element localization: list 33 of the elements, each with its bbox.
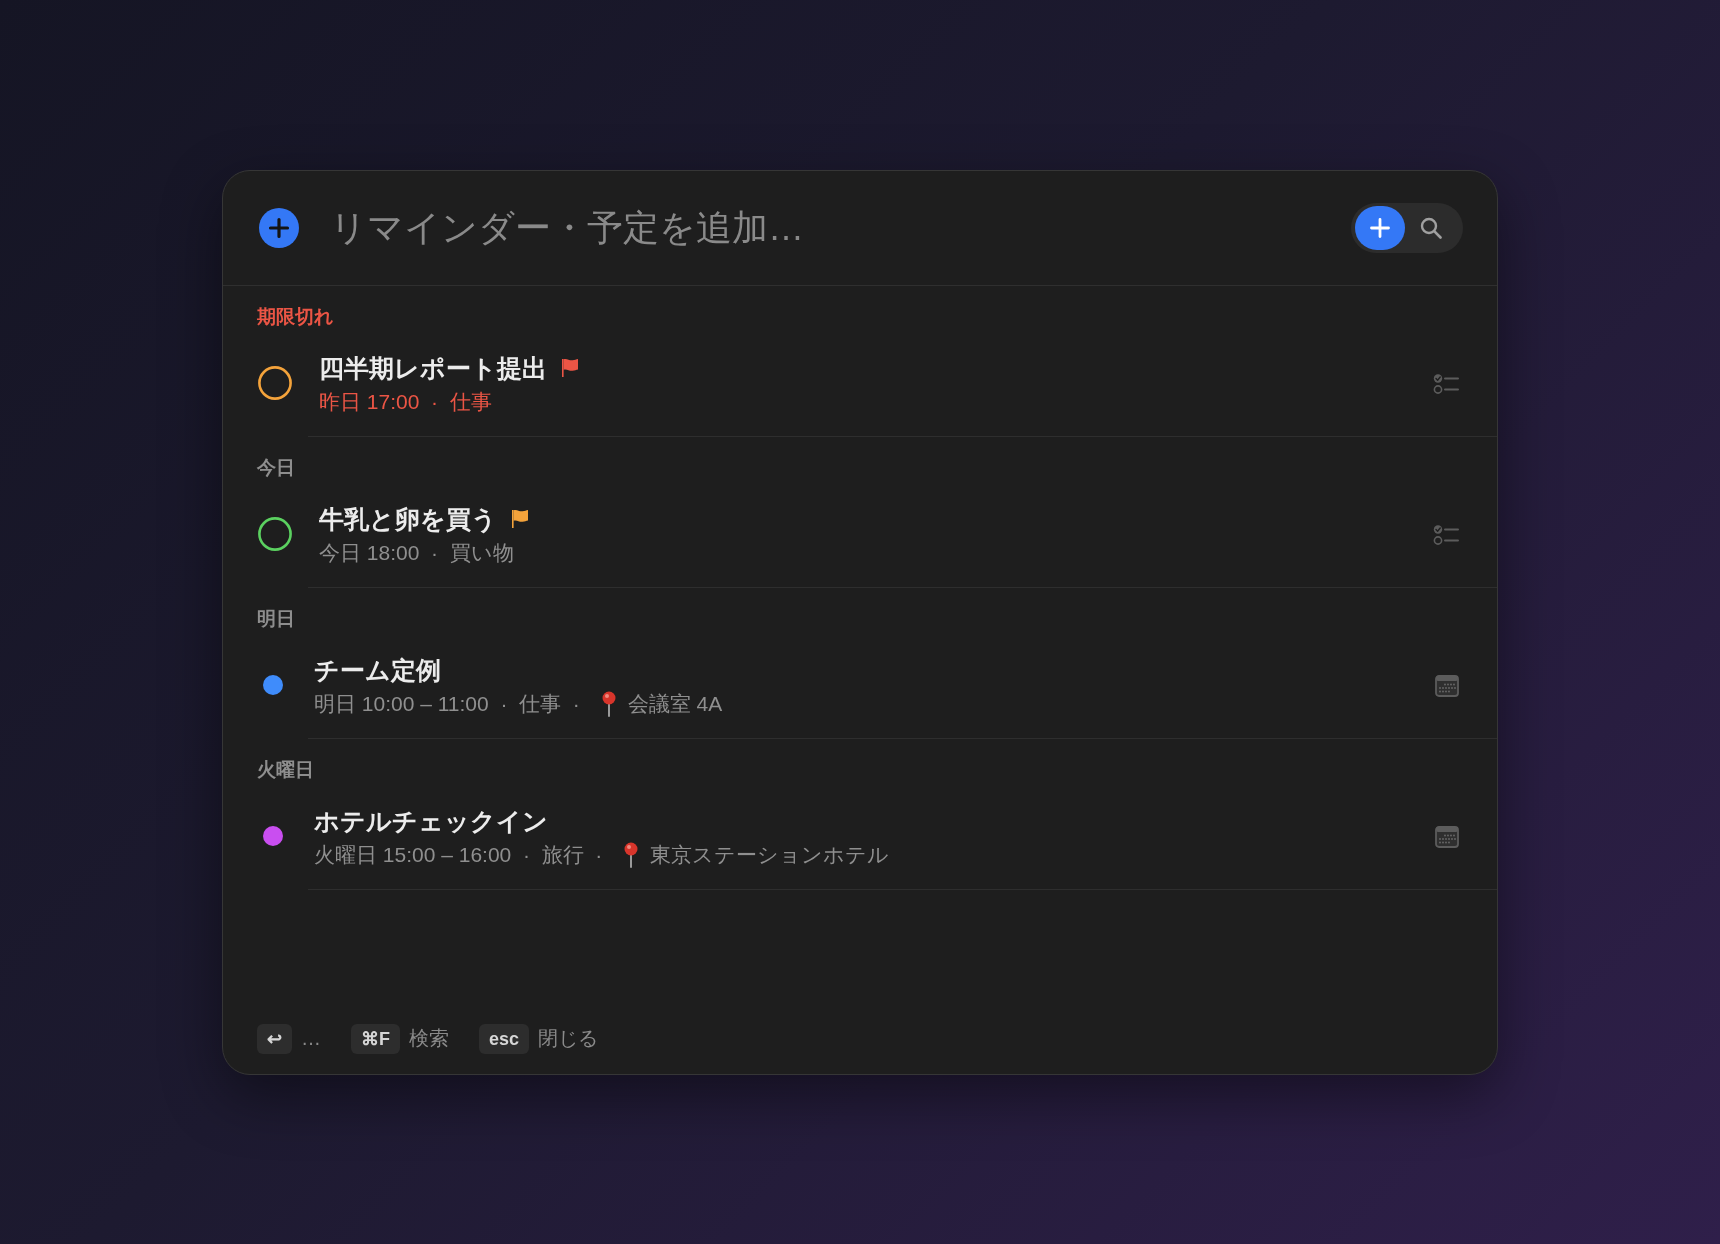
shortcut-label: 検索 bbox=[409, 1026, 449, 1051]
pin-icon bbox=[601, 690, 616, 717]
shortcut-key: esc bbox=[479, 1023, 530, 1054]
search-icon bbox=[1420, 216, 1442, 239]
section-heading: 今日 bbox=[257, 455, 295, 480]
shortcut-key: ⌘F bbox=[351, 1023, 400, 1054]
plus-circle-icon bbox=[259, 207, 299, 248]
composer-field[interactable]: リマインダー・予定を追加… bbox=[330, 199, 1327, 256]
item-meta: 明日 10:00 – 11:00 · 仕事 · bbox=[314, 690, 580, 717]
shortcut-label: 閉じる bbox=[538, 1026, 599, 1051]
checklist-icon bbox=[1433, 523, 1459, 546]
item-title: チーム定例 bbox=[314, 654, 441, 686]
item-meta: 昨日 17:00 · 仕事 bbox=[319, 388, 492, 415]
task-checkbox[interactable] bbox=[258, 365, 292, 400]
calendar-icon bbox=[1435, 825, 1459, 848]
location-text: 東京ステーションホテル bbox=[650, 841, 890, 868]
item-title: ホテルチェックイン bbox=[314, 805, 548, 837]
add-button[interactable] bbox=[1355, 205, 1405, 250]
pin-icon bbox=[624, 841, 639, 868]
calendar-icon bbox=[1435, 674, 1459, 697]
shortcut-label: … bbox=[301, 1027, 321, 1050]
item-meta: 火曜日 15:00 – 16:00 · 旅行 · bbox=[314, 841, 603, 868]
plus-icon bbox=[1370, 217, 1390, 238]
item-meta: 今日 18:00 · 買い物 bbox=[319, 539, 514, 566]
item-title: 四半期レポート提出 bbox=[319, 352, 547, 384]
item-title: 牛乳と卵を買う bbox=[319, 503, 497, 535]
shortcut-key: ↩ bbox=[257, 1023, 292, 1054]
checklist-icon bbox=[1433, 372, 1459, 395]
section-heading: 火曜日 bbox=[257, 757, 314, 782]
section-heading: 期限切れ bbox=[257, 304, 333, 329]
location-text: 会議室 4A bbox=[627, 690, 723, 717]
task-checkbox[interactable] bbox=[258, 516, 292, 551]
section-heading: 明日 bbox=[257, 606, 295, 631]
